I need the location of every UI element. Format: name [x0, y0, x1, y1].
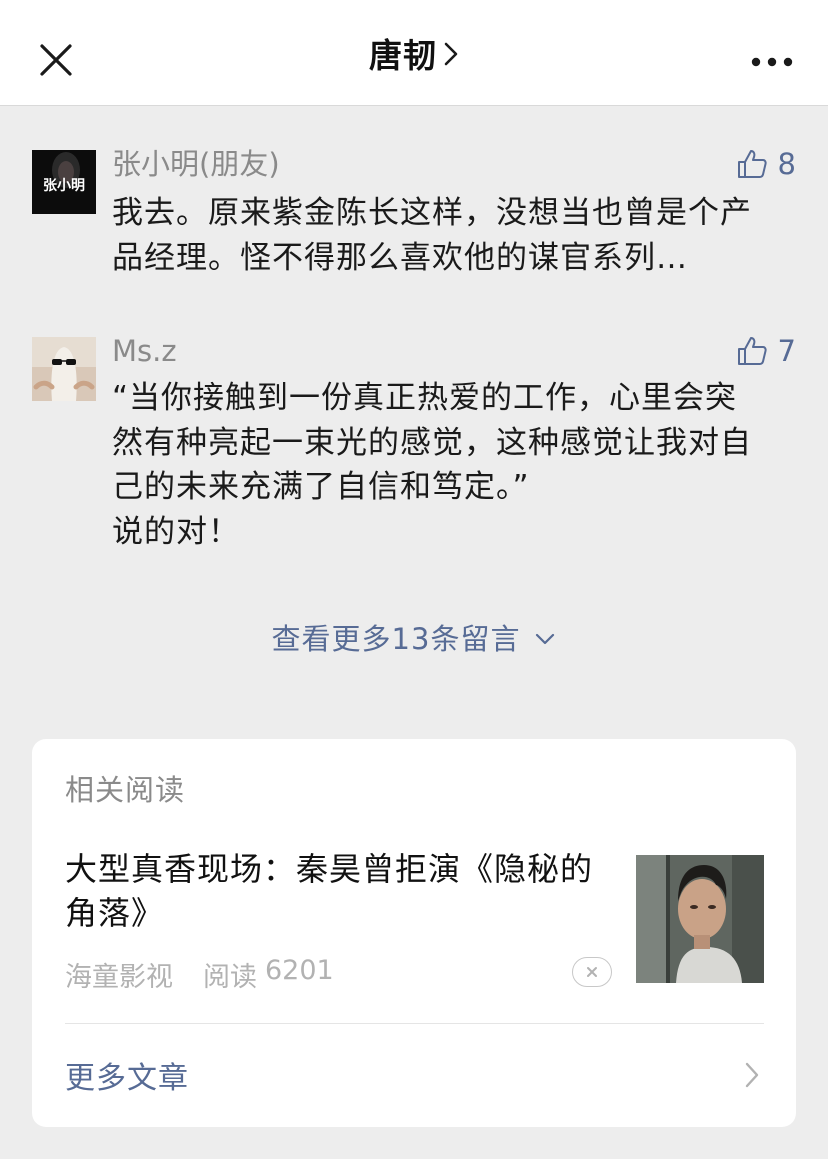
- chevron-right-icon: [444, 42, 458, 66]
- related-article[interactable]: 大型真香现场：秦昊曾拒演《隐秘的角落》 海童影视 阅读 6201: [32, 839, 796, 999]
- account-title[interactable]: 唐韧: [369, 29, 459, 77]
- more-options-button[interactable]: [746, 44, 800, 80]
- avatar[interactable]: 张小明: [32, 150, 96, 214]
- article-source: 海童影视: [65, 962, 173, 993]
- chevron-down-icon: [536, 633, 555, 645]
- related-reading-card: 相关阅读 大型真香现场：秦昊曾拒演《隐秘的角落》 海童影视 阅读 6201 更多…: [32, 739, 796, 1127]
- comment-text: “当你接触到一份真正热爱的工作，心里会突 然有种亮起一束光的感觉，这种感觉让我对…: [112, 380, 752, 550]
- comment-author[interactable]: Ms.z: [112, 334, 177, 368]
- comment-item: Ms.z 7 “当你接触到一份真正热爱的工作，心里会突 然有种亮起一束光的感觉，…: [0, 334, 828, 564]
- related-reading-title: 相关阅读: [65, 773, 186, 807]
- page-title: 唐韧: [369, 36, 437, 75]
- thumbs-up-icon: [737, 150, 767, 178]
- like-count: 8: [777, 147, 796, 181]
- article-thumbnail: [636, 855, 764, 983]
- like-count: 7: [777, 334, 796, 368]
- top-bar: 唐韧: [0, 0, 828, 106]
- more-articles-label: 更多文章: [65, 1061, 189, 1096]
- article-headline: 大型真香现场：秦昊曾拒演《隐秘的角落》: [65, 850, 594, 932]
- divider: [65, 1023, 764, 1024]
- dismiss-article-button[interactable]: [572, 957, 612, 987]
- chevron-right-icon: [745, 1062, 759, 1088]
- like-button[interactable]: 8: [736, 147, 796, 181]
- article-views-count: 6201: [265, 955, 334, 986]
- svg-text:张小明: 张小明: [43, 178, 85, 194]
- article-views-label: 阅读: [203, 962, 257, 993]
- avatar[interactable]: [32, 337, 96, 401]
- view-more-comments-button[interactable]: 查看更多13条留言: [272, 616, 557, 658]
- close-icon: [40, 44, 72, 76]
- comment-item: 张小明 张小明(朋友) 8 我去。原来紫金陈长这样，没想当也曾是个产 品经理。怪…: [0, 147, 828, 287]
- comment-author[interactable]: 张小明(朋友): [112, 147, 280, 181]
- view-more-label: 查看更多13条留言: [271, 622, 521, 656]
- like-button[interactable]: 7: [736, 334, 796, 368]
- close-icon: [587, 967, 597, 977]
- comment-text: 我去。原来紫金陈长这样，没想当也曾是个产 品经理。怪不得那么喜欢他的谋官系列…: [112, 195, 752, 276]
- more-dots-icon: [751, 57, 793, 67]
- thumbs-up-icon: [737, 337, 767, 365]
- close-button[interactable]: [30, 34, 84, 88]
- more-articles-link[interactable]: 更多文章: [32, 1029, 796, 1119]
